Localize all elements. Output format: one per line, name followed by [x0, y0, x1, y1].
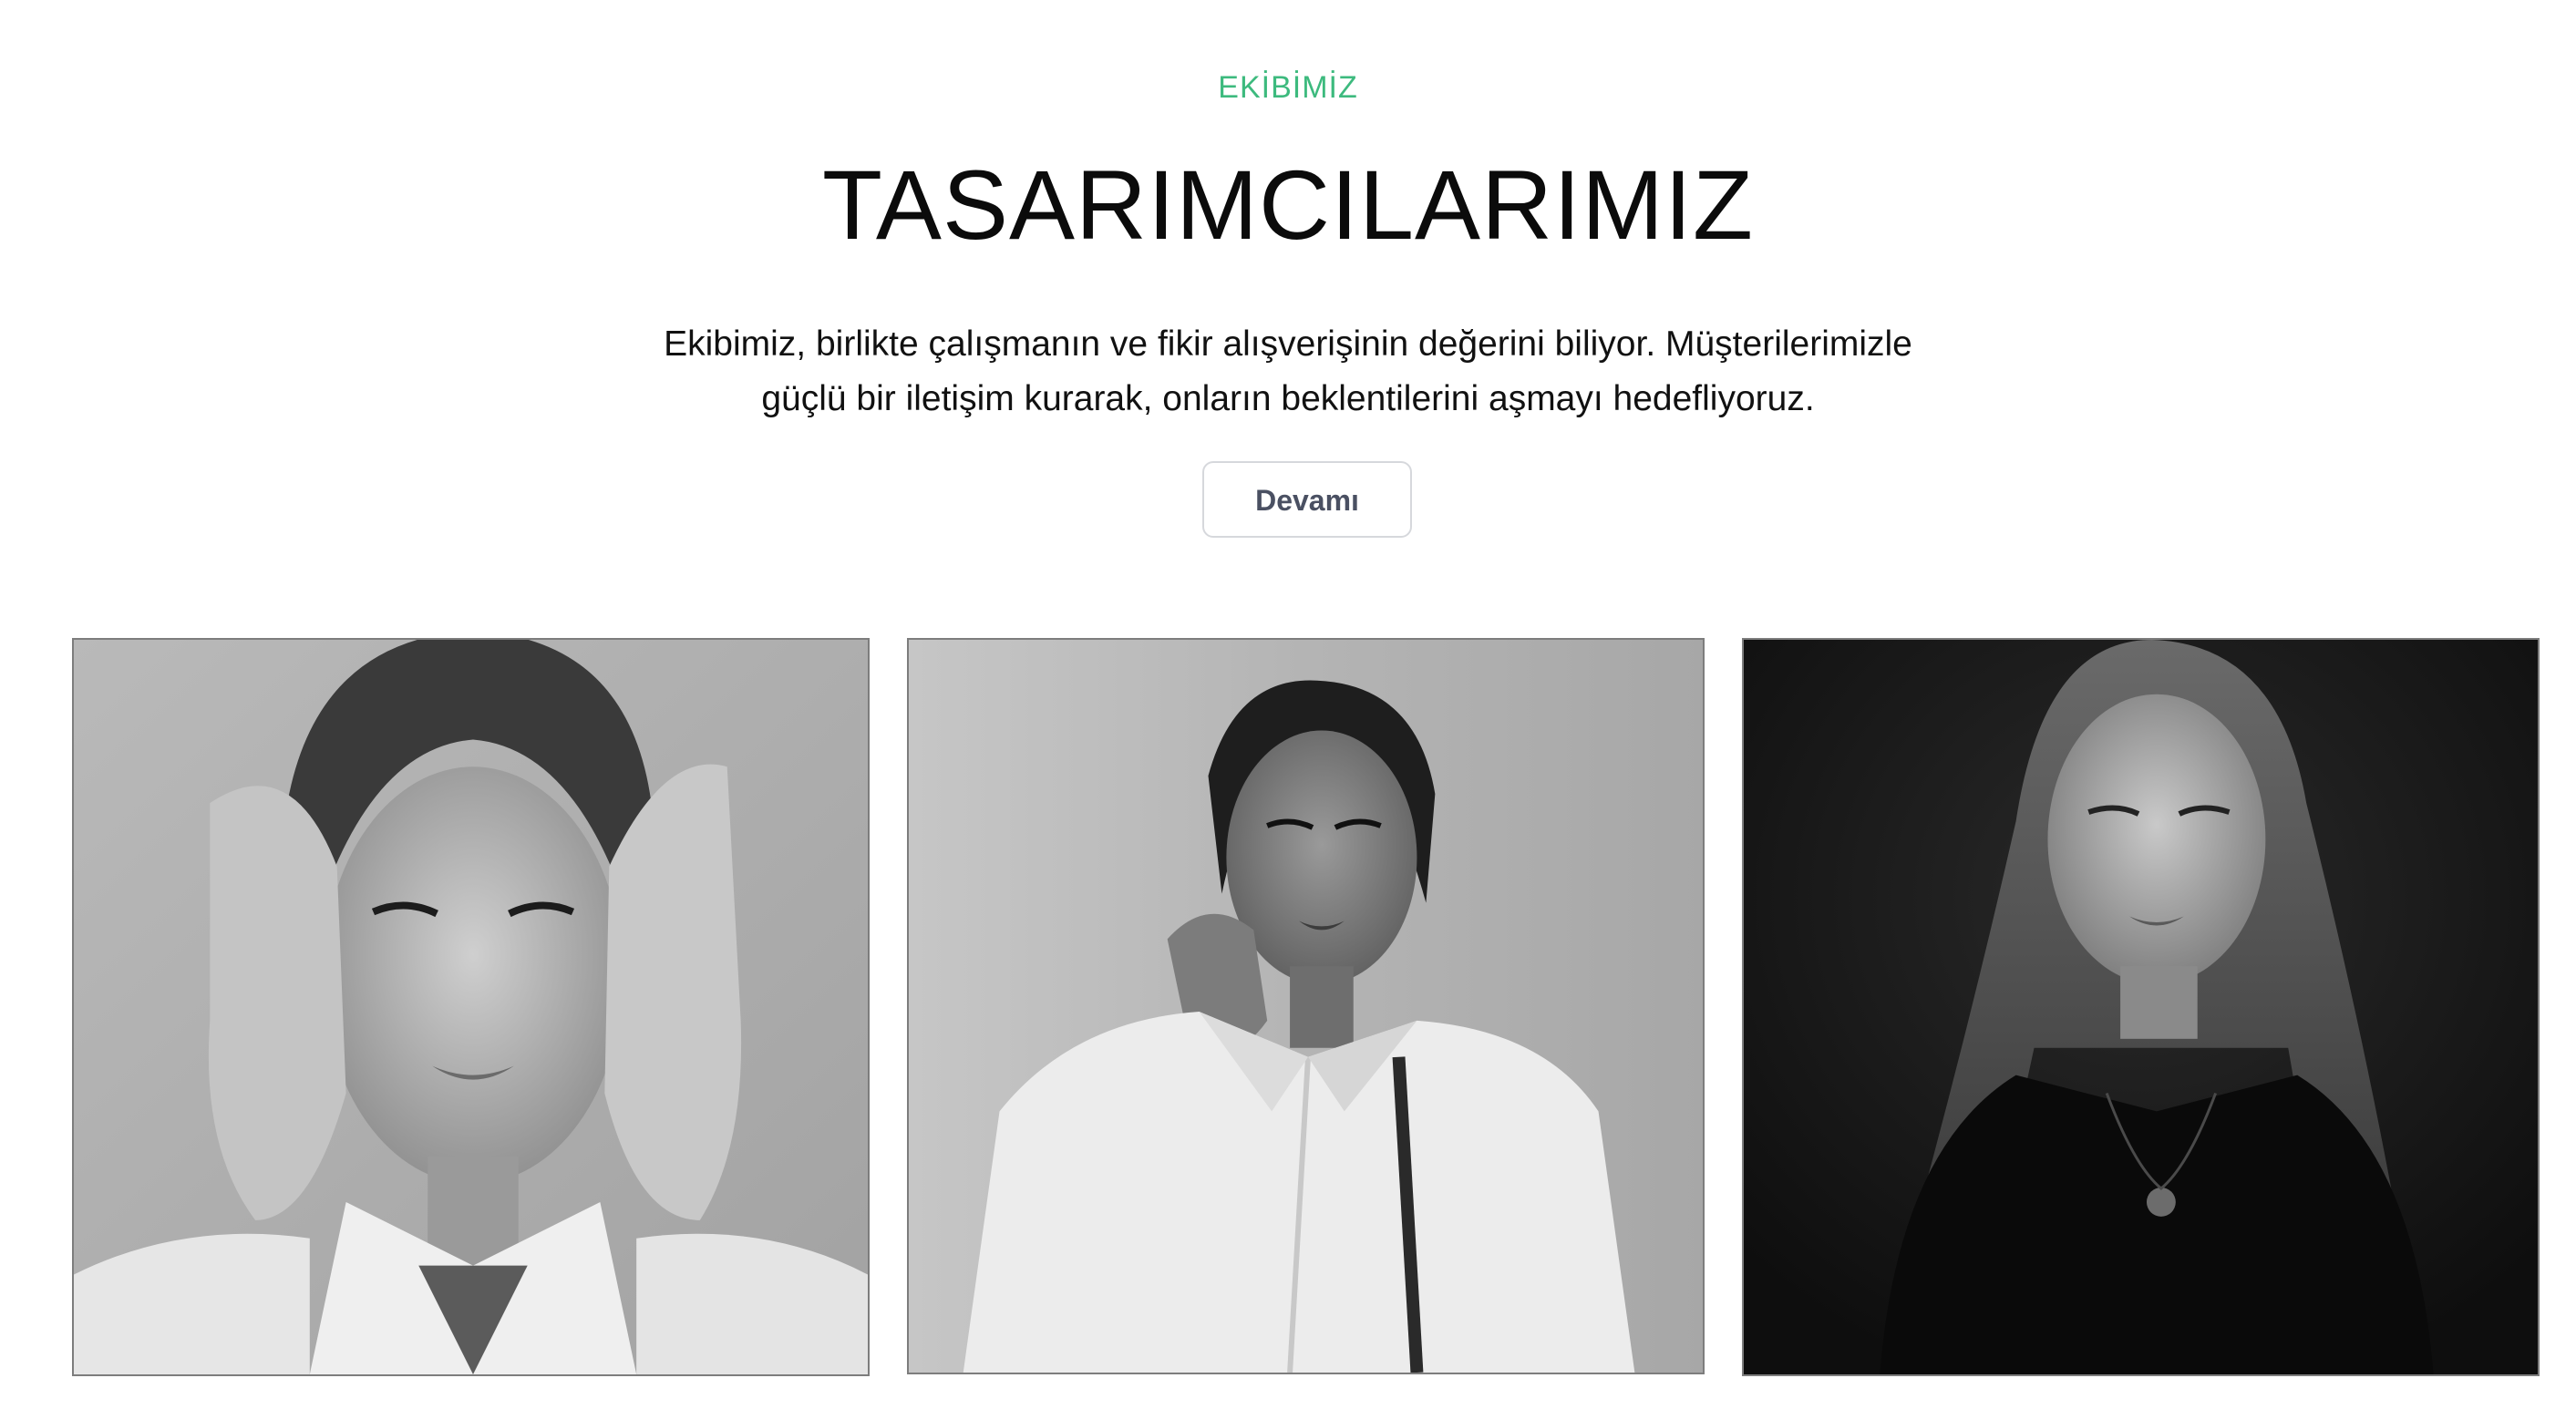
section-description: Ekibimiz, birlikte çalışmanın ve fikir a… — [559, 317, 2017, 427]
team-section: EKİBİMİZ TASARIMCILARIMIZ Ekibimiz, birl… — [0, 0, 2576, 1409]
description-line-2: güçlü bir iletişim kurarak, onların bekl… — [761, 379, 1815, 418]
designer-card-2[interactable] — [907, 638, 1705, 1374]
section-title: TASARIMCILARIMIZ — [821, 149, 1755, 260]
designer-card-3[interactable] — [1742, 638, 2540, 1376]
section-eyebrow: EKİBİMİZ — [1218, 70, 1358, 105]
designer-photo-3 — [1744, 640, 2538, 1374]
designer-photo-2 — [909, 640, 1703, 1373]
designer-photo-1 — [74, 640, 868, 1374]
designer-card-1[interactable] — [72, 638, 870, 1376]
description-line-1: Ekibimiz, birlikte çalışmanın ve fikir a… — [664, 324, 1912, 364]
more-button[interactable]: Devamı — [1202, 461, 1412, 538]
